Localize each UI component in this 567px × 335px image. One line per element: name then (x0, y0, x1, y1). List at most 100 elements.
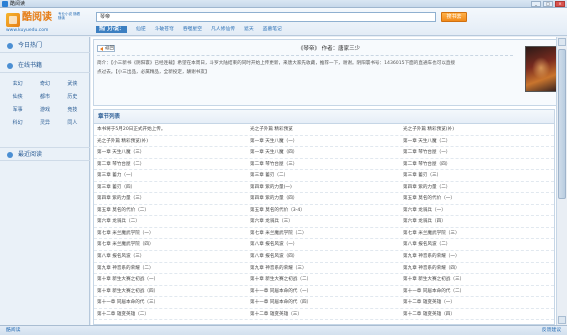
chapter-link[interactable]: 第五章 莫名的代价（二） (94, 205, 247, 216)
chapter-link[interactable]: 第六章 龙骑兵（四） (400, 216, 553, 227)
chapter-link[interactable]: 第十章 新生大赛之初战（二） (247, 274, 400, 285)
chapter-link[interactable]: 第八章 报名风波（一） (247, 239, 400, 250)
header: 酷阅读 专业小说 随看随读 www.kuyuedu.com 琴帝 搜书去 热门小… (0, 8, 567, 36)
minimize-button[interactable]: _ (531, 1, 541, 7)
chapter-row: 第二章 琴竹台屋（二） 第二章 琴竹台屋（三） 第二章 琴竹台屋（四） (94, 159, 554, 171)
chapter-link[interactable]: 第三章 蓄刃（四） (94, 182, 247, 193)
chapter-row: 第一章 天生八魔（三） 第一章 天生八魔（四） 第二章 琴竹台屋（一） (94, 147, 554, 159)
chapter-link[interactable]: 第一章 天生八魔（一） (247, 136, 400, 147)
chapter-link[interactable]: 光之子外篇 精彩预览(补) (400, 124, 553, 135)
genre-link[interactable]: 灵异 (31, 120, 58, 126)
chapter-link[interactable]: 第四章 紫的力量(一) (247, 182, 400, 193)
genre-link[interactable]: 武侠 (59, 81, 86, 87)
chapter-link[interactable]: 第七章 米兰魔武学院（一） (94, 228, 247, 239)
back-button[interactable]: 返回 (97, 45, 115, 52)
chapter-link[interactable]: 第六章 龙骑兵（二） (94, 216, 247, 227)
hot-link[interactable]: 吞噬星空 (183, 26, 202, 33)
genre-link[interactable]: 玄幻 (4, 81, 31, 87)
feedback-link[interactable]: 反馈建议 (542, 328, 561, 334)
chapter-link[interactable]: 光之子外篇 精彩预览 (247, 124, 400, 135)
genre-link[interactable]: 仙侠 (4, 94, 31, 100)
chapter-link[interactable]: 第三章 蓄刃（二） (247, 170, 400, 181)
chapter-link[interactable]: 第四章 紫的力量（四） (247, 193, 400, 204)
genre-link[interactable]: 都市 (31, 94, 58, 100)
chapter-link[interactable]: 第四章 紫的力量（三） (94, 193, 247, 204)
hot-link[interactable]: 凡人修仙传 (211, 26, 235, 33)
close-button[interactable]: × (555, 1, 565, 7)
chapter-link[interactable]: 第十章 新生大赛之初战（三） (400, 274, 553, 285)
chapter-link[interactable]: 第一章 天生八魔（二） (400, 136, 553, 147)
chapter-link[interactable]: 第十一章 同居本命的代（二） (400, 286, 553, 297)
scroll-down-button[interactable] (558, 316, 566, 324)
status-app-link[interactable]: 酷阅读 (6, 328, 20, 334)
scroll-thumb[interactable] (558, 49, 566, 199)
chapter-row: 第三章 蓄刃（四） 第四章 紫的力量(一) 第四章 紫的力量（二） (94, 182, 554, 194)
chapter-link[interactable]: 第二章 琴竹台屋（三） (247, 159, 400, 170)
chapter-link[interactable]: 第四章 紫的力量（二） (400, 182, 553, 193)
chapter-link[interactable]: 第二章 琴竹台屋（四） (400, 159, 553, 170)
window-controls: _ □ × (531, 1, 565, 7)
search-input[interactable]: 琴帝 (96, 12, 436, 22)
scroll-up-button[interactable] (558, 38, 566, 46)
chapter-link[interactable]: 第一章 天生八魔（四） (247, 147, 400, 158)
sidebar-item-hot[interactable]: 今日热门 (0, 39, 90, 53)
chapter-link[interactable]: 第九章 神音系的荣耀（一） (400, 251, 553, 262)
chapter-link[interactable]: 本书将于5月20日正式开始上传。 (94, 124, 247, 135)
chapter-row: 第七章 米兰魔武学院（一） 第七章 米兰魔武学院（二） 第七章 米兰魔武学院（三） (94, 228, 554, 240)
chapter-link[interactable]: 第十章 新生大赛之初战（四） (94, 286, 247, 297)
chapter-link[interactable]: 光之子外篇 精彩预览(补) (94, 136, 247, 147)
chapter-row: 第十章 新生大赛之初战（四） 第十一章 同居本命的代（一） 第十一章 同居本命的代（… (94, 286, 554, 298)
genre-link[interactable]: 同人 (59, 120, 86, 126)
chapter-link[interactable]: 第三章 蓄力（一） (94, 170, 247, 181)
chapter-link[interactable]: 第二章 琴竹台屋（二） (94, 159, 247, 170)
chapter-link[interactable]: 第八章 报名风波（三） (94, 251, 247, 262)
hot-link[interactable]: 斗破苍穹 (155, 26, 174, 33)
sidebar-item-online[interactable]: 在线书籍 (0, 59, 90, 73)
chapter-link[interactable]: 第十章 新生大赛之初战（一） (94, 274, 247, 285)
fire-icon (7, 43, 13, 49)
chapter-link[interactable]: 第九章 神音系的荣耀（四） (400, 263, 553, 274)
sidebar: 今日热门 在线书籍 玄幻 奇幻 武侠 仙侠 都市 历史 军事 游戏 竞技 科幻 … (0, 37, 90, 325)
chapter-link[interactable]: 第十二章 雄变英雄（二） (94, 309, 247, 320)
site-url: www.kuyuedu.com (6, 28, 49, 33)
hot-novels-bar: 热门小说： 仙逆 斗破苍穹 吞噬星空 凡人修仙传 遮天 盗墓笔记 (96, 25, 282, 33)
hot-link[interactable]: 仙逆 (136, 26, 146, 33)
genre-link[interactable]: 游戏 (31, 107, 58, 113)
sidebar-item-recent[interactable]: 最近阅读 (0, 147, 90, 161)
chapter-link[interactable]: 第十二章 雄变英雄（三） (247, 309, 400, 320)
genre-link[interactable]: 竞技 (59, 107, 86, 113)
search-button[interactable]: 搜书去 (441, 12, 467, 22)
chapter-link[interactable]: 第十一章 同居本命的代（一） (247, 286, 400, 297)
chapter-link[interactable]: 第八章 报名风波（四） (247, 251, 400, 262)
chapter-link[interactable]: 第十二章 雄变英雄（四） (400, 309, 553, 320)
chapter-link[interactable]: 第六章 龙骑兵（三） (247, 216, 400, 227)
book-title: 《琴帝》 作者：唐家三少 (297, 46, 361, 52)
chapter-link[interactable]: 第十一章 同居本命的代（三） (94, 297, 247, 308)
chapter-link[interactable]: 第八章 报名风波（二） (400, 239, 553, 250)
chapter-link[interactable]: 第五章 莫名的代价（3-4） (247, 205, 400, 216)
chapter-row: 第六章 龙骑兵（二） 第六章 龙骑兵（三） 第六章 龙骑兵（四） (94, 216, 554, 228)
genre-link[interactable]: 奇幻 (31, 81, 58, 87)
chapter-link[interactable]: 第三章 蓄刃（三） (400, 170, 553, 181)
chapter-link[interactable]: 第九章 神音系的荣耀（二） (94, 263, 247, 274)
chapter-link[interactable]: 第七章 米兰魔武学院（三） (400, 228, 553, 239)
genre-link[interactable]: 科幻 (4, 120, 31, 126)
chapter-link[interactable]: 第六章 龙骑兵（一） (400, 205, 553, 216)
maximize-button[interactable]: □ (543, 1, 553, 7)
vertical-scrollbar[interactable] (556, 37, 567, 325)
sidebar-item-label: 今日热门 (18, 42, 43, 49)
chapter-link[interactable]: 第九章 神音系的荣耀（三） (247, 263, 400, 274)
genre-link[interactable]: 历史 (59, 94, 86, 100)
chapter-link[interactable]: 第五章 莫名的代价（一） (400, 193, 553, 204)
hot-link[interactable]: 盗墓笔记 (263, 26, 282, 33)
logo-slogan: 专业小说 随看随读 (58, 12, 81, 20)
chapter-link[interactable]: 第十二章 雄变英雄（一） (400, 297, 553, 308)
chapter-link[interactable]: 第十一章 同居本命的代（四） (247, 297, 400, 308)
chapter-link[interactable]: 第七章 米兰魔武学院（四） (94, 239, 247, 250)
chapter-link[interactable]: 第七章 米兰魔武学院（二） (247, 228, 400, 239)
genre-link[interactable]: 军事 (4, 107, 31, 113)
chapter-row: 光之子外篇 精彩预览(补) 第一章 天生八魔（一） 第一章 天生八魔（二） (94, 136, 554, 148)
hot-link[interactable]: 遮天 (244, 26, 254, 33)
chapter-link[interactable]: 第一章 天生八魔（三） (94, 147, 247, 158)
chapter-link[interactable]: 第二章 琴竹台屋（一） (400, 147, 553, 158)
